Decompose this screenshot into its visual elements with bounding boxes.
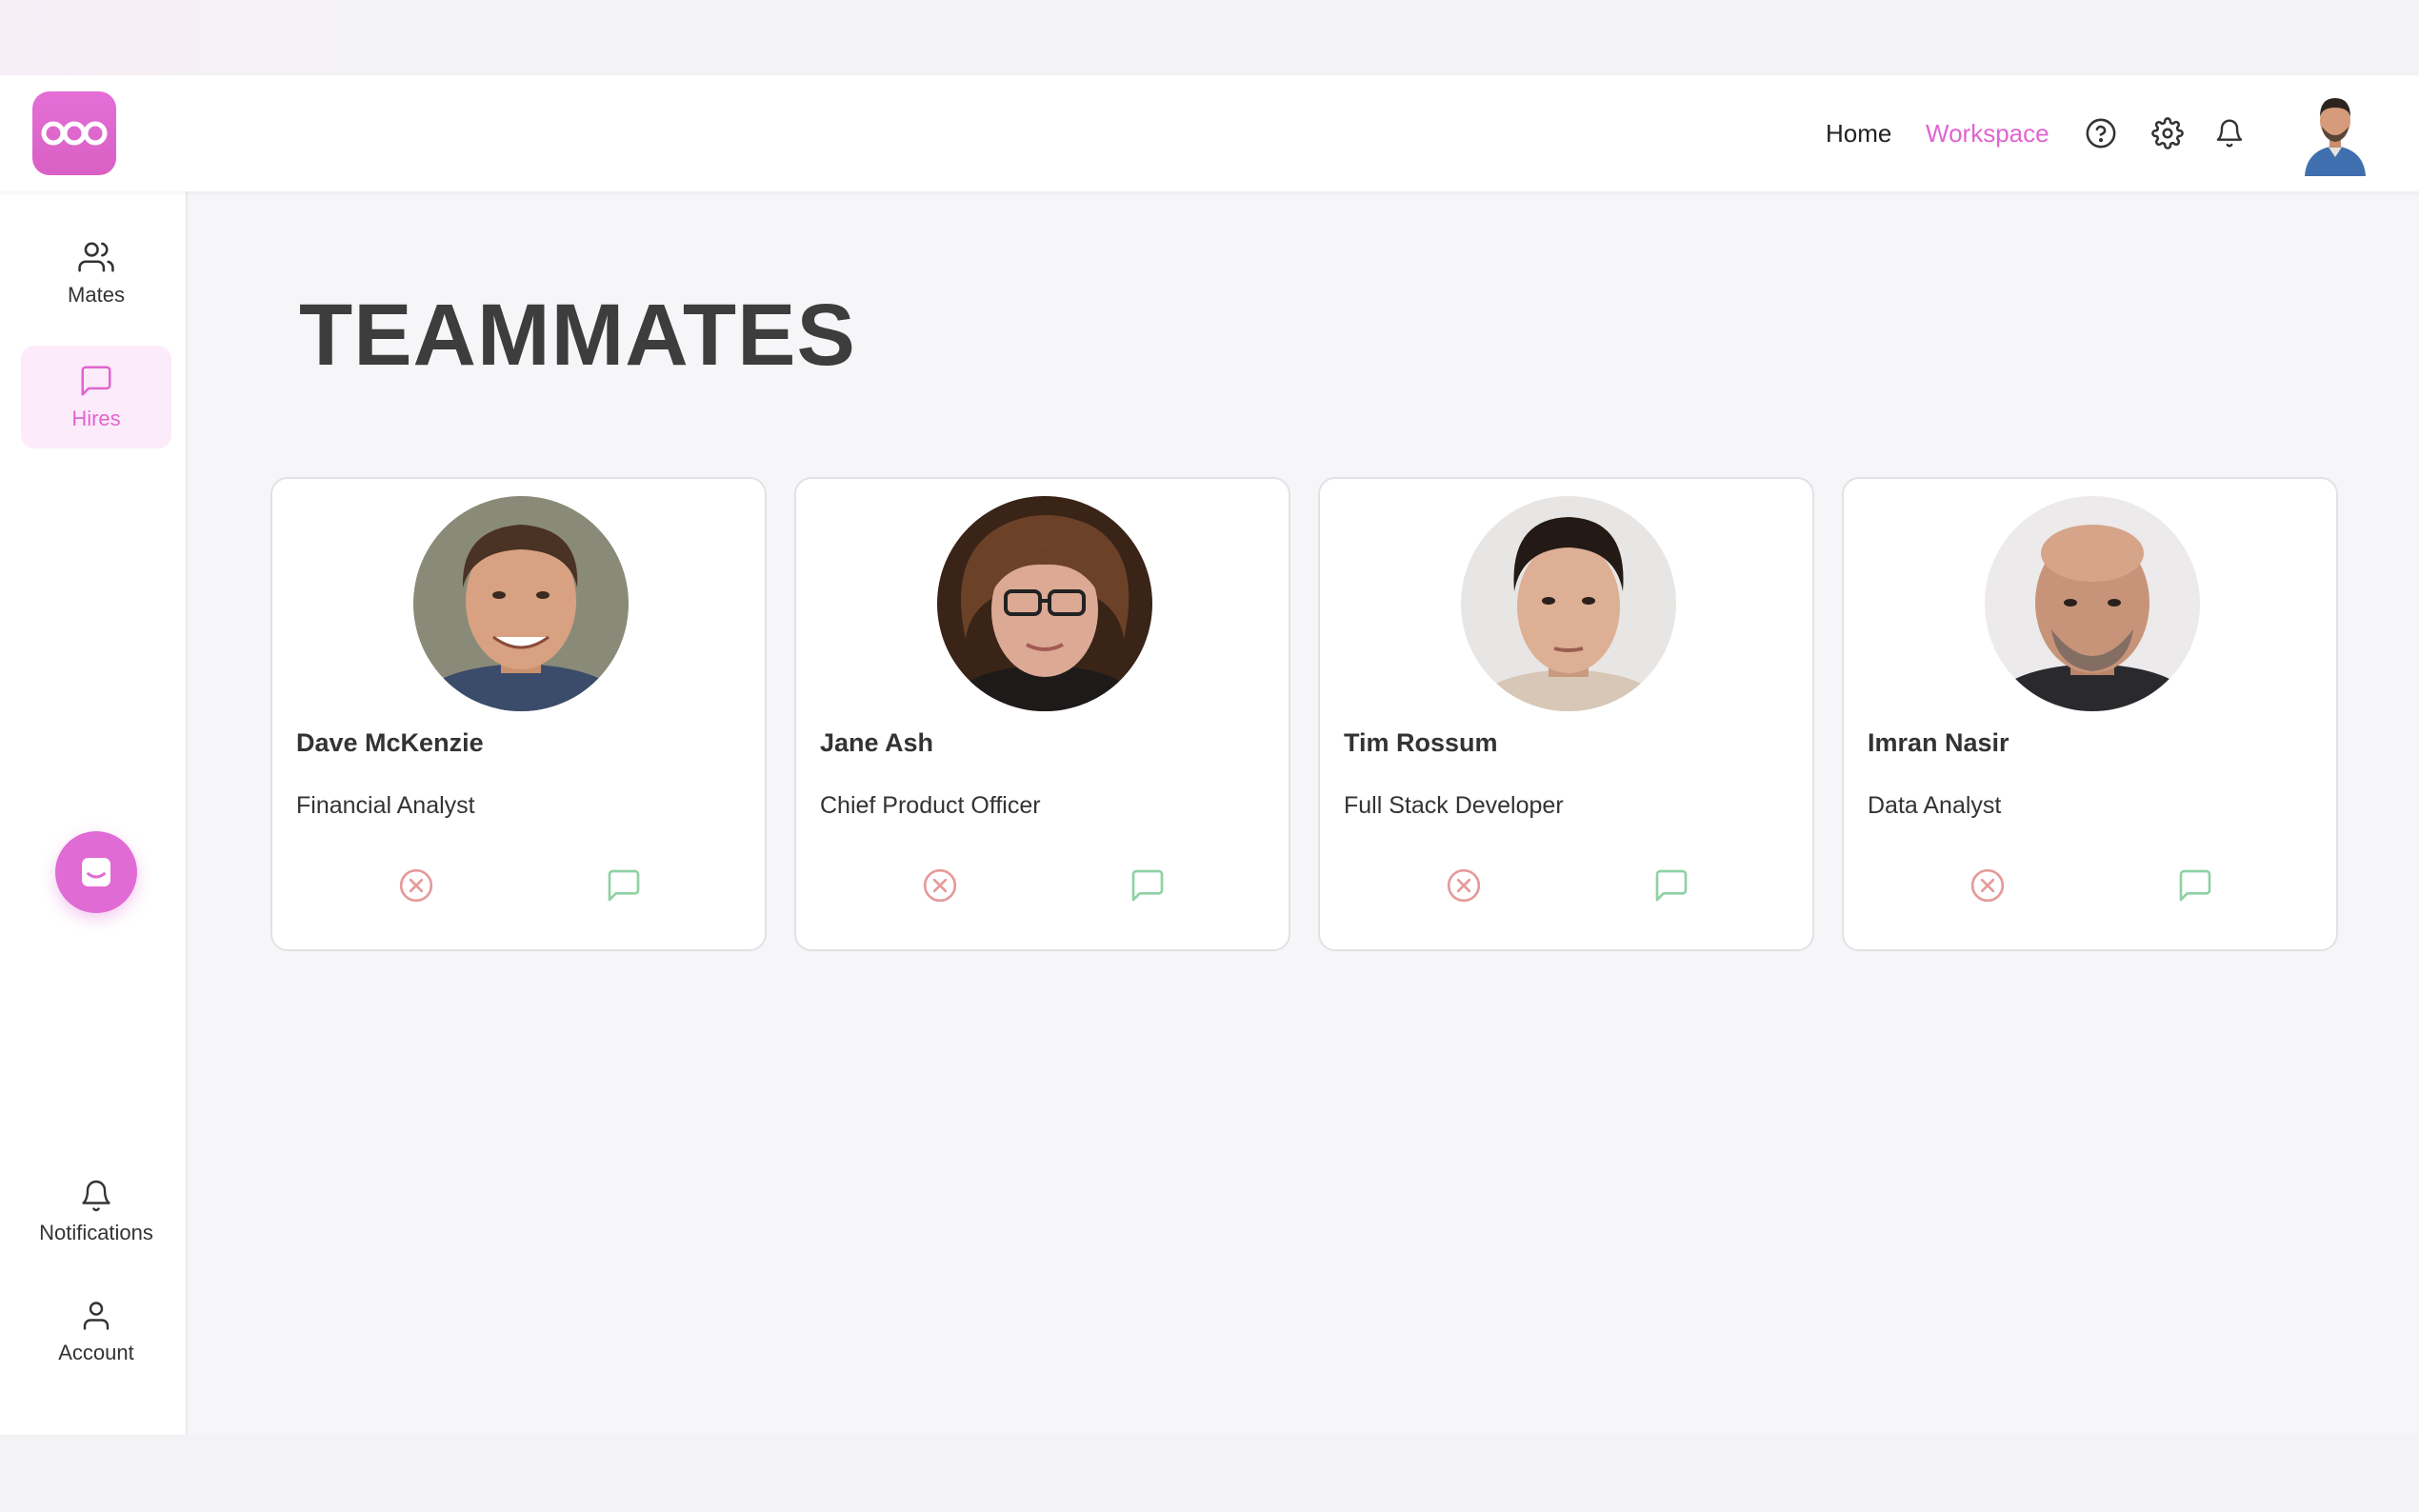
teammate-role: Full Stack Developer bbox=[1344, 792, 1564, 819]
nav-workspace-link[interactable]: Workspace bbox=[1926, 119, 2049, 149]
bell-icon[interactable] bbox=[2211, 115, 2248, 151]
remove-teammate-button[interactable] bbox=[394, 864, 438, 907]
sidebar-item-label: Account bbox=[58, 1341, 134, 1364]
gear-icon[interactable] bbox=[2149, 115, 2186, 151]
user-icon bbox=[83, 1302, 110, 1330]
message-teammate-button[interactable] bbox=[2173, 864, 2217, 907]
remove-teammate-button[interactable] bbox=[1966, 864, 2009, 907]
sidebar-item-label: Notifications bbox=[39, 1221, 153, 1244]
message-square-icon bbox=[1131, 869, 1164, 902]
message-square-icon bbox=[608, 869, 640, 902]
teammate-card: Dave McKenzie Financial Analyst bbox=[270, 477, 767, 951]
sidebar-item-label: Mates bbox=[68, 283, 125, 307]
users-icon bbox=[78, 242, 114, 272]
message-teammate-button[interactable] bbox=[602, 864, 646, 907]
teammate-role: Financial Analyst bbox=[296, 792, 475, 819]
x-circle-icon bbox=[1447, 868, 1481, 903]
app-logo[interactable] bbox=[32, 91, 116, 175]
chat-widget-icon bbox=[82, 858, 110, 886]
browser-top-strip bbox=[0, 0, 2419, 75]
teammate-card: Jane Ash Chief Product Officer bbox=[794, 477, 1290, 951]
sidebar-item-mates[interactable]: Mates bbox=[21, 222, 171, 325]
teammate-name: Tim Rossum bbox=[1344, 728, 1498, 757]
message-square-icon bbox=[81, 366, 111, 396]
teammate-photo bbox=[413, 496, 629, 711]
sidebar-item-label: Hires bbox=[71, 407, 121, 430]
teammate-photo bbox=[937, 496, 1152, 711]
help-icon[interactable] bbox=[2083, 115, 2119, 151]
remove-teammate-button[interactable] bbox=[1442, 864, 1486, 907]
top-header: Home Workspace bbox=[0, 75, 2419, 191]
logo-rings-icon bbox=[41, 121, 108, 146]
teammate-card: Tim Rossum Full Stack Developer bbox=[1318, 477, 1814, 951]
teammate-role: Chief Product Officer bbox=[820, 792, 1041, 819]
sidebar: Mates Hires Notifications Account bbox=[0, 191, 188, 1435]
message-teammate-button[interactable] bbox=[1649, 864, 1693, 907]
message-square-icon bbox=[1655, 869, 1688, 902]
bell-icon bbox=[82, 1180, 110, 1212]
page-title: TEAMMATES bbox=[299, 287, 856, 384]
teammate-name: Imran Nasir bbox=[1868, 728, 2009, 757]
user-avatar[interactable] bbox=[2301, 89, 2369, 176]
nav-home-link[interactable]: Home bbox=[1826, 119, 1891, 149]
teammate-name: Dave McKenzie bbox=[296, 728, 484, 757]
sidebar-item-hires[interactable]: Hires bbox=[21, 346, 171, 448]
message-teammate-button[interactable] bbox=[1126, 864, 1170, 907]
remove-teammate-button[interactable] bbox=[918, 864, 962, 907]
x-circle-icon bbox=[399, 868, 433, 903]
teammate-card: Imran Nasir Data Analyst bbox=[1842, 477, 2338, 951]
teammate-photo bbox=[1461, 496, 1676, 711]
sidebar-item-notifications[interactable]: Notifications bbox=[21, 1161, 171, 1263]
bottom-strip bbox=[0, 1435, 2419, 1512]
chat-widget-button[interactable] bbox=[55, 831, 137, 913]
x-circle-icon bbox=[923, 868, 957, 903]
teammate-photo bbox=[1985, 496, 2200, 711]
message-square-icon bbox=[2179, 869, 2211, 902]
sidebar-item-account[interactable]: Account bbox=[21, 1281, 171, 1383]
x-circle-icon bbox=[1970, 868, 2005, 903]
teammate-name: Jane Ash bbox=[820, 728, 934, 757]
teammate-role: Data Analyst bbox=[1868, 792, 2002, 819]
